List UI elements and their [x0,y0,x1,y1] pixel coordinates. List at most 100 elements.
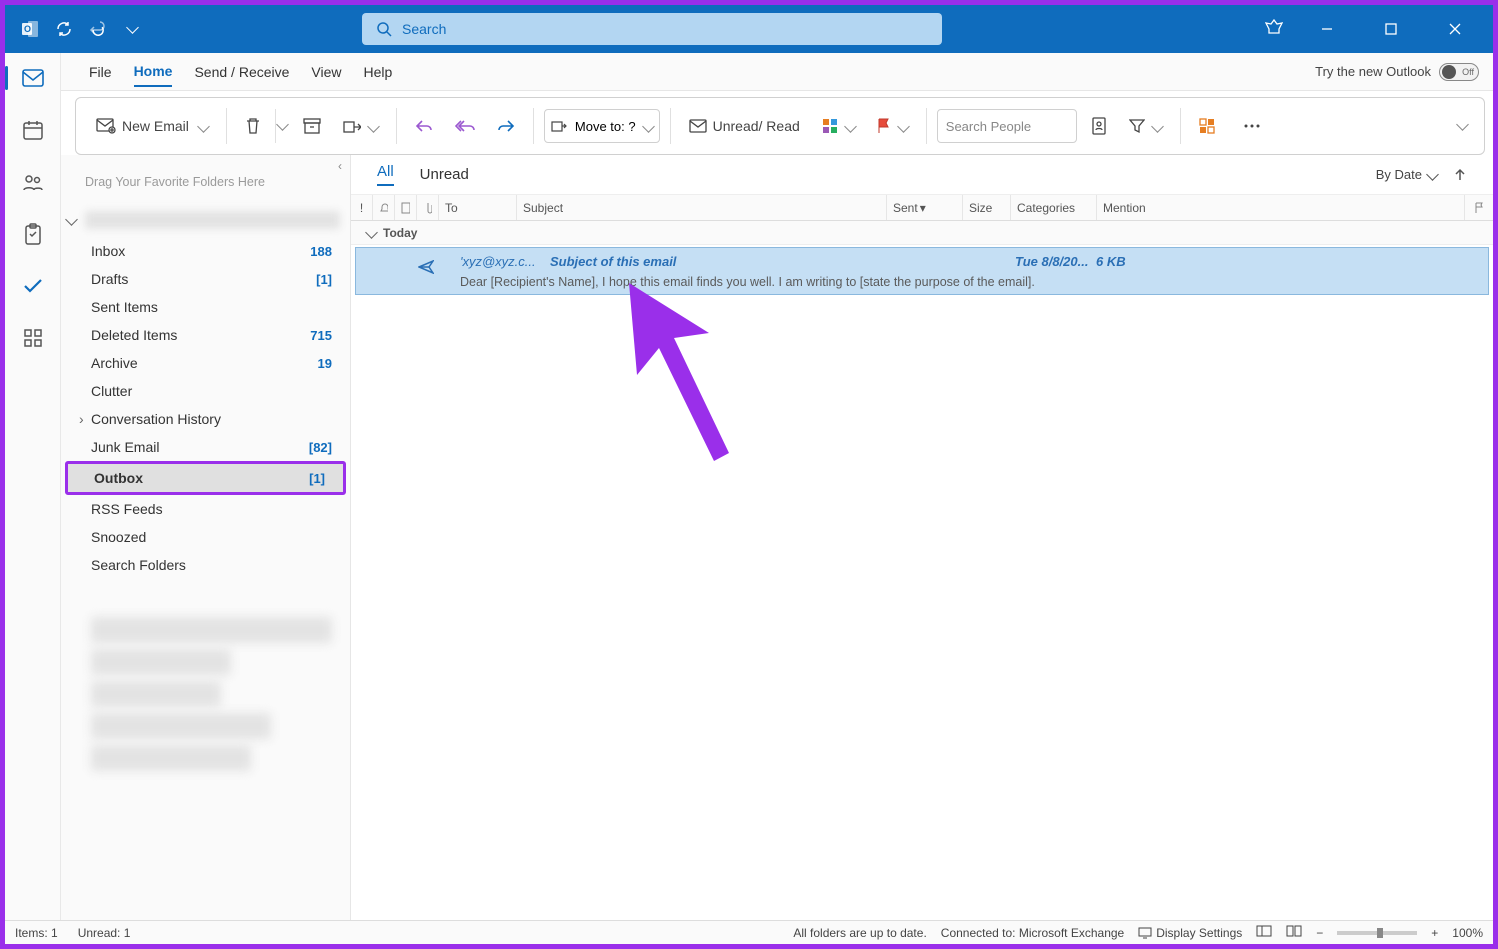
view-reading-icon[interactable] [1286,925,1302,940]
col-reminder[interactable] [373,195,395,220]
new-email-label: New Email [122,118,189,134]
folder-inbox[interactable]: Inbox188 [61,237,350,265]
move-to-dropdown[interactable]: Move to: ? [544,109,660,143]
folder-conversation-history[interactable]: ›Conversation History [61,405,350,433]
more-commands-button[interactable] [1235,108,1269,144]
addins-button[interactable] [1191,108,1223,144]
col-size[interactable]: Size [963,195,1011,220]
move-to-label: Move to: ? [575,119,636,134]
undo-icon[interactable] [87,18,109,40]
maximize-button[interactable] [1371,5,1411,53]
zoom-in-button[interactable]: + [1431,926,1438,940]
move-button[interactable] [335,108,386,144]
filter-unread[interactable]: Unread [420,166,469,183]
status-items: Items: 1 [15,926,58,940]
folder-deleted-items[interactable]: Deleted Items715 [61,321,350,349]
col-subject[interactable]: Subject [517,195,887,220]
ribbon-collapse-button[interactable] [1452,124,1472,129]
message-filter-bar: All Unread By Date [351,155,1493,195]
col-icon[interactable] [395,195,417,220]
try-new-toggle[interactable]: Off [1439,63,1479,81]
new-email-button[interactable]: New Email [88,108,216,144]
address-book-button[interactable] [1083,108,1115,144]
col-attachment[interactable] [417,195,439,220]
quick-access-dropdown-icon[interactable] [121,18,143,40]
tab-file[interactable]: File [89,58,112,86]
reply-button[interactable] [407,108,441,144]
account-header[interactable] [61,205,350,235]
unread-read-button[interactable]: Unread/ Read [681,108,808,144]
tab-view[interactable]: View [311,58,341,86]
delete-button[interactable] [237,108,269,144]
tab-home[interactable]: Home [134,57,173,87]
try-new-label: Try the new Outlook [1315,64,1431,79]
premium-icon[interactable] [1265,18,1283,41]
nav-mail[interactable] [15,63,51,93]
folder-outbox[interactable]: Outbox[1] [68,464,343,492]
search-people-input[interactable] [937,109,1077,143]
folder-junk-email[interactable]: Junk Email[82] [61,433,350,461]
sort-by-date[interactable]: By Date [1376,167,1422,182]
delete-dropdown[interactable] [275,109,289,143]
blurred-account [91,617,332,643]
column-headers: ! To Subject Sent▾ Size Categories Menti… [351,195,1493,221]
folder-drafts[interactable]: Drafts[1] [61,265,350,293]
sync-icon[interactable] [53,18,75,40]
folder-list: Inbox188 Drafts[1] Sent Items Deleted It… [61,235,350,581]
nav-todo[interactable] [15,271,51,301]
folder-sent-items[interactable]: Sent Items [61,293,350,321]
collapse-folder-icon[interactable]: ‹ [338,159,342,173]
message-pane: All Unread By Date ! To Subject Sent▾ Si… [351,155,1493,920]
nav-calendar[interactable] [15,115,51,145]
send-pending-icon [418,260,434,274]
message-row[interactable]: 'xyz@xyz.c... Subject of this email Tue … [355,247,1489,295]
display-settings-button[interactable]: Display Settings [1138,926,1242,940]
search-input[interactable] [402,21,928,37]
col-importance[interactable]: ! [351,195,373,220]
flag-button[interactable] [869,108,916,144]
col-to[interactable]: To [439,195,517,220]
col-sent[interactable]: Sent▾ [887,195,963,220]
folder-clutter[interactable]: Clutter [61,377,350,405]
status-sync: All folders are up to date. [793,926,926,940]
folder-search-folders[interactable]: Search Folders [61,551,350,579]
unread-read-label: Unread/ Read [713,118,800,134]
favorites-hint: Drag Your Favorite Folders Here [61,155,350,205]
folder-archive[interactable]: Archive19 [61,349,350,377]
ribbon-tabs: File Home Send / Receive View Help Try t… [5,53,1493,91]
close-button[interactable] [1435,5,1475,53]
minimize-button[interactable] [1307,5,1347,53]
col-categories[interactable]: Categories [1011,195,1097,220]
try-new-outlook: Try the new Outlook Off [1315,63,1493,81]
message-preview: Dear [Recipient's Name], I hope this ema… [460,275,1035,289]
nav-tasks[interactable] [15,219,51,249]
blurred-account [91,681,221,707]
filter-button[interactable] [1121,108,1170,144]
nav-more-apps[interactable] [15,323,51,353]
archive-button[interactable] [295,108,329,144]
tab-help[interactable]: Help [364,58,393,86]
divider [226,108,227,144]
folder-snoozed[interactable]: Snoozed [61,523,350,551]
group-today[interactable]: Today [351,221,1493,245]
forward-button[interactable] [489,108,523,144]
col-mention[interactable]: Mention [1097,195,1465,220]
view-normal-icon[interactable] [1256,925,1272,940]
folder-rss-feeds[interactable]: RSS Feeds [61,495,350,523]
tab-send-receive[interactable]: Send / Receive [194,58,289,86]
search-box[interactable] [362,13,942,45]
categorize-button[interactable] [814,108,863,144]
zoom-out-button[interactable]: − [1316,926,1323,940]
title-bar: O [5,5,1493,53]
col-flag[interactable] [1465,195,1493,220]
reply-all-button[interactable] [447,108,483,144]
zoom-slider[interactable] [1337,931,1417,935]
nav-people[interactable] [15,167,51,197]
folder-pane: ‹ Drag Your Favorite Folders Here Inbox1… [61,155,351,920]
blurred-account [91,713,271,739]
message-size: 6 KB [1096,254,1126,269]
blurred-account [91,649,231,675]
filter-all[interactable]: All [377,163,394,186]
sort-direction-icon[interactable] [1453,168,1467,182]
status-connection: Connected to: Microsoft Exchange [941,926,1124,940]
